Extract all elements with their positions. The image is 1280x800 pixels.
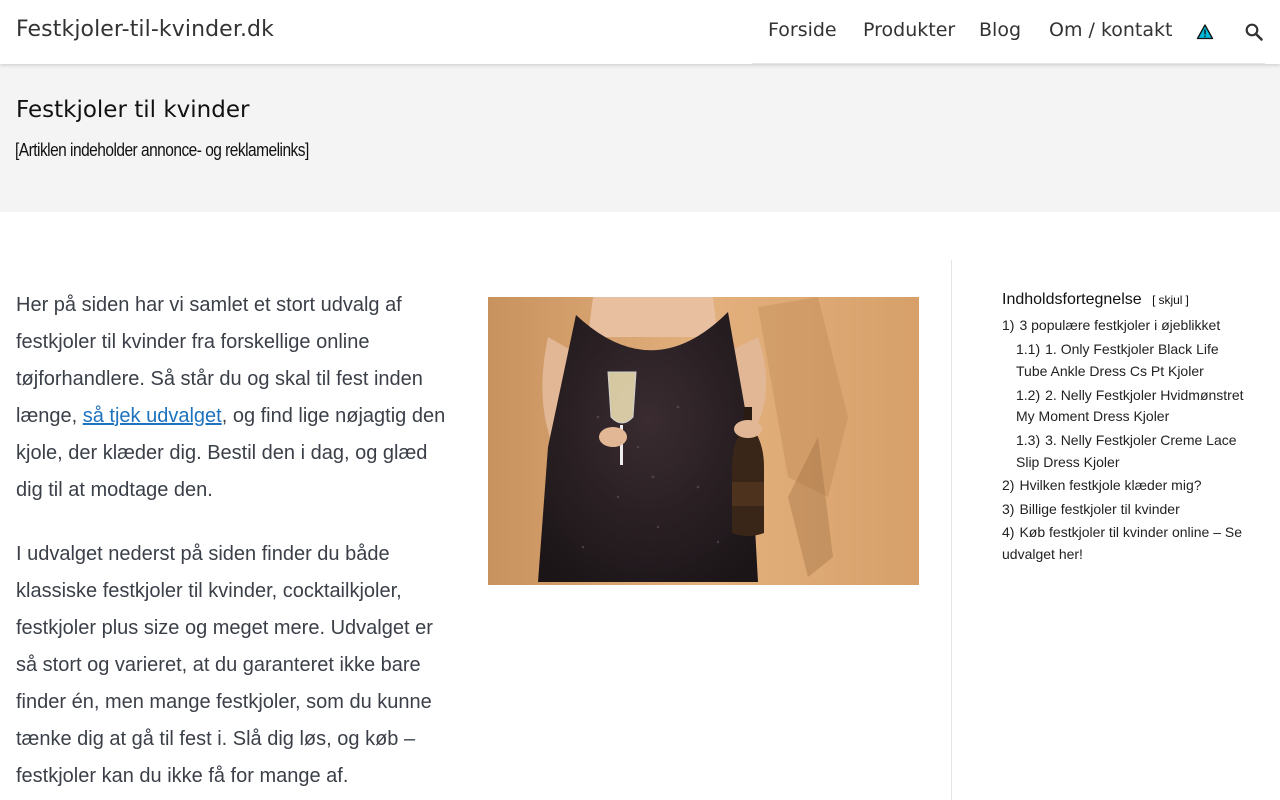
see-selection-link[interactable]: så tjek udvalget xyxy=(83,405,222,427)
ad-disclaimer: [Artiklen indeholder annonce- og reklame… xyxy=(15,140,309,160)
table-of-contents: Indholdsfortegnelse [skjul] 1) 3 populære… xyxy=(1002,291,1247,565)
page-hero: Festkjoler til kvinder [Artiklen indehol… xyxy=(0,64,1280,212)
toc-item-label[interactable]: 2. Nelly Festkjoler Hvidmønstret My Mome… xyxy=(1016,387,1244,425)
toc-item-number: 3) xyxy=(1002,500,1015,517)
site-title-link[interactable]: Festkjoler-til-kvinder.dk xyxy=(16,17,274,42)
toc-item-number: 1.1) xyxy=(1016,341,1041,357)
toc-item[interactable]: 2) Hvilken festkjole klæder mig? xyxy=(1002,475,1247,497)
toc-toggle[interactable]: [skjul] xyxy=(1152,293,1189,307)
toc-item-number: 1) xyxy=(1002,317,1015,333)
toc-item-label[interactable]: Køb festkjoler til kvinder online – Se u… xyxy=(1002,524,1242,562)
toc-item[interactable]: 3) Billige festkjoler til kvinder xyxy=(1002,499,1247,521)
page-title: Festkjoler til kvinder xyxy=(16,97,250,123)
toc-item-label[interactable]: 3. Nelly Festkjoler Creme Lace Slip Dres… xyxy=(1016,432,1237,470)
party-dress-photo xyxy=(488,297,919,585)
toc-item-label[interactable]: 1. Only Festkjoler Black Life Tube Ankle… xyxy=(1016,341,1219,379)
main-nav: Forside Produkter Blog Om / kontakt xyxy=(752,0,1265,64)
search-icon[interactable] xyxy=(1244,22,1264,42)
toc-item-number: 1.3) xyxy=(1016,432,1041,448)
toc-item-number: 4) xyxy=(1002,524,1015,540)
toc-item[interactable]: 1.2) 2. Nelly Festkjoler Hvidmønstret My … xyxy=(1016,385,1247,428)
sidebar-divider xyxy=(951,260,952,800)
nav-item-forside[interactable]: Forside xyxy=(768,19,837,41)
toc-item[interactable]: 1.3) 3. Nelly Festkjoler Creme Lace Slip … xyxy=(1016,430,1247,473)
toc-list: 1) 3 populære festkjoler i øjeblikket 1.1… xyxy=(1002,315,1247,565)
intro-paragraph: Her på siden har vi samlet et stort udva… xyxy=(16,287,456,509)
toc-item-number: 1.2) xyxy=(1016,386,1041,403)
toc-toggle-bracket-close: ] xyxy=(1185,293,1189,307)
nav-item-om-kontakt[interactable]: Om / kontakt xyxy=(1049,19,1172,41)
toc-item[interactable]: 1.1) 1. Only Festkjoler Black Life Tube A… xyxy=(1016,339,1247,382)
toc-item-label[interactable]: 3 populære festkjoler i øjeblikket xyxy=(1019,317,1220,333)
toc-header: Indholdsfortegnelse [skjul] xyxy=(1002,291,1247,309)
toc-toggle-bracket-open: [ xyxy=(1152,293,1156,307)
toc-item-label[interactable]: Hvilken festkjole klæder mig? xyxy=(1019,477,1201,493)
nav-item-produkter[interactable]: Produkter xyxy=(863,19,955,41)
warning-triangle-icon[interactable] xyxy=(1196,23,1214,41)
toc-item[interactable]: 4) Køb festkjoler til kvinder online – Se… xyxy=(1002,522,1247,565)
toc-title: Indholdsfortegnelse xyxy=(1002,291,1142,308)
site-header: Festkjoler-til-kvinder.dk Forside Produk… xyxy=(0,0,1280,64)
toc-item[interactable]: 1) 3 populære festkjoler i øjeblikket xyxy=(1002,315,1247,337)
toc-item-label[interactable]: Billige festkjoler til kvinder xyxy=(1019,501,1179,517)
toc-hide-link[interactable]: skjul xyxy=(1158,293,1182,307)
nav-item-blog[interactable]: Blog xyxy=(979,19,1021,41)
selection-paragraph: I udvalget nederst på siden finder du bå… xyxy=(16,543,433,787)
toc-item-number: 2) xyxy=(1002,477,1015,493)
